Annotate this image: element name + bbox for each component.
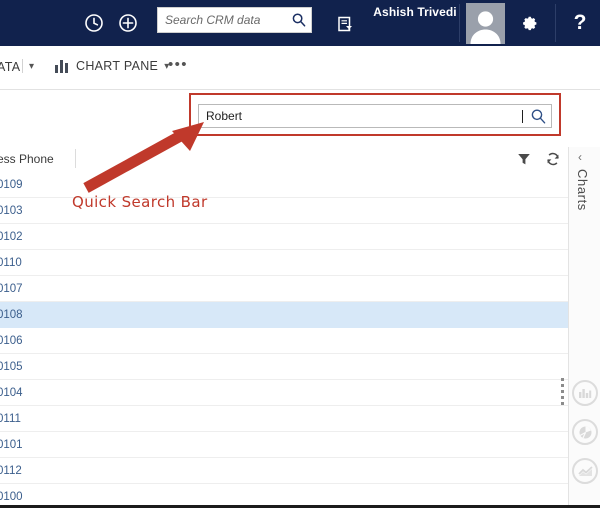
pie-chart-icon[interactable] [572,419,598,445]
table-row[interactable]: 0104 [0,380,568,406]
annotation-label: Quick Search Bar [72,193,208,211]
more-commands-icon[interactable]: ••• [168,60,188,70]
cell-business-phone: 0101 [0,439,23,451]
gear-icon[interactable] [514,8,544,38]
quick-search-bar[interactable] [198,104,552,128]
advanced-find-icon[interactable] [330,9,360,39]
chevron-left-icon[interactable]: ‹ [578,151,582,163]
avatar[interactable] [466,3,505,44]
table-row[interactable]: 0111 [0,406,568,432]
bar-chart-icon [55,60,70,73]
table-row[interactable]: 0110 [0,250,568,276]
question-mark-icon[interactable]: ? [565,8,595,38]
cell-business-phone: 0100 [0,491,23,503]
cell-business-phone: 0111 [0,413,21,425]
table-row[interactable]: 0112 [0,458,568,484]
table-row[interactable]: 0106 [0,328,568,354]
user-name-label: Ashish Trivedi [361,5,469,19]
charts-side-pane: ‹ Charts [568,147,600,505]
chart-pane-label: CHART PANE [76,59,158,73]
table-row[interactable]: 0101 [0,432,568,458]
nav-divider [459,4,460,42]
cell-business-phone: 0110 [0,257,22,269]
grid-header-row: ess Phone [0,147,568,173]
cell-business-phone: 0104 [0,387,23,399]
filter-funnel-icon[interactable] [516,151,532,167]
help-glyph: ? [574,13,587,33]
table-row[interactable]: 0100 [0,484,568,508]
user-avatar-icon [466,8,505,44]
charts-pane-title: Charts [575,169,590,211]
crm-search-input[interactable] [158,9,287,31]
table-row[interactable]: 0108 [0,302,568,328]
column-header-business-phone[interactable]: ess Phone [0,152,54,166]
crm-window: Ashish Trivedi ? ATA ▾ CHART PANE ▾ [0,0,600,508]
quick-search-input[interactable] [199,105,526,127]
crm-global-search[interactable] [157,7,312,33]
table-row[interactable]: 0105 [0,354,568,380]
table-row[interactable]: 0107 [0,276,568,302]
cell-business-phone: 0112 [0,465,22,477]
command-bar: ATA ▾ CHART PANE ▾ ••• [0,46,600,90]
quick-create-icon[interactable] [113,8,143,38]
line-chart-icon[interactable] [572,458,598,484]
cell-business-phone: 0103 [0,205,23,217]
table-row[interactable]: 0102 [0,224,568,250]
quick-search-highlight [189,93,561,136]
cell-business-phone: 0105 [0,361,23,373]
text-cursor [522,110,523,123]
grid-body[interactable]: 0109 0103 0102 0110 0107 0108 0106 0105 0104 0111… [0,172,568,505]
cell-business-phone: 0109 [0,179,23,191]
command-separator [22,59,23,73]
pane-resize-grip-icon[interactable] [560,378,565,404]
cell-business-phone: 0107 [0,283,23,295]
top-navigation-bar: Ashish Trivedi ? [0,0,600,46]
chevron-down-icon[interactable]: ▾ [29,61,34,72]
data-menu-label[interactable]: ATA [0,60,20,74]
refresh-icon[interactable] [545,151,561,167]
recent-items-icon[interactable] [79,8,109,38]
nav-divider [555,4,556,42]
chart-pane-button[interactable]: CHART PANE ▾ [55,59,169,73]
cell-business-phone: 0106 [0,335,23,347]
search-icon[interactable] [525,108,551,125]
cell-business-phone: 0102 [0,231,23,243]
column-divider [75,149,76,168]
cell-business-phone: 0108 [0,309,23,321]
bar-chart-icon[interactable] [572,380,598,406]
search-icon[interactable] [287,8,311,32]
